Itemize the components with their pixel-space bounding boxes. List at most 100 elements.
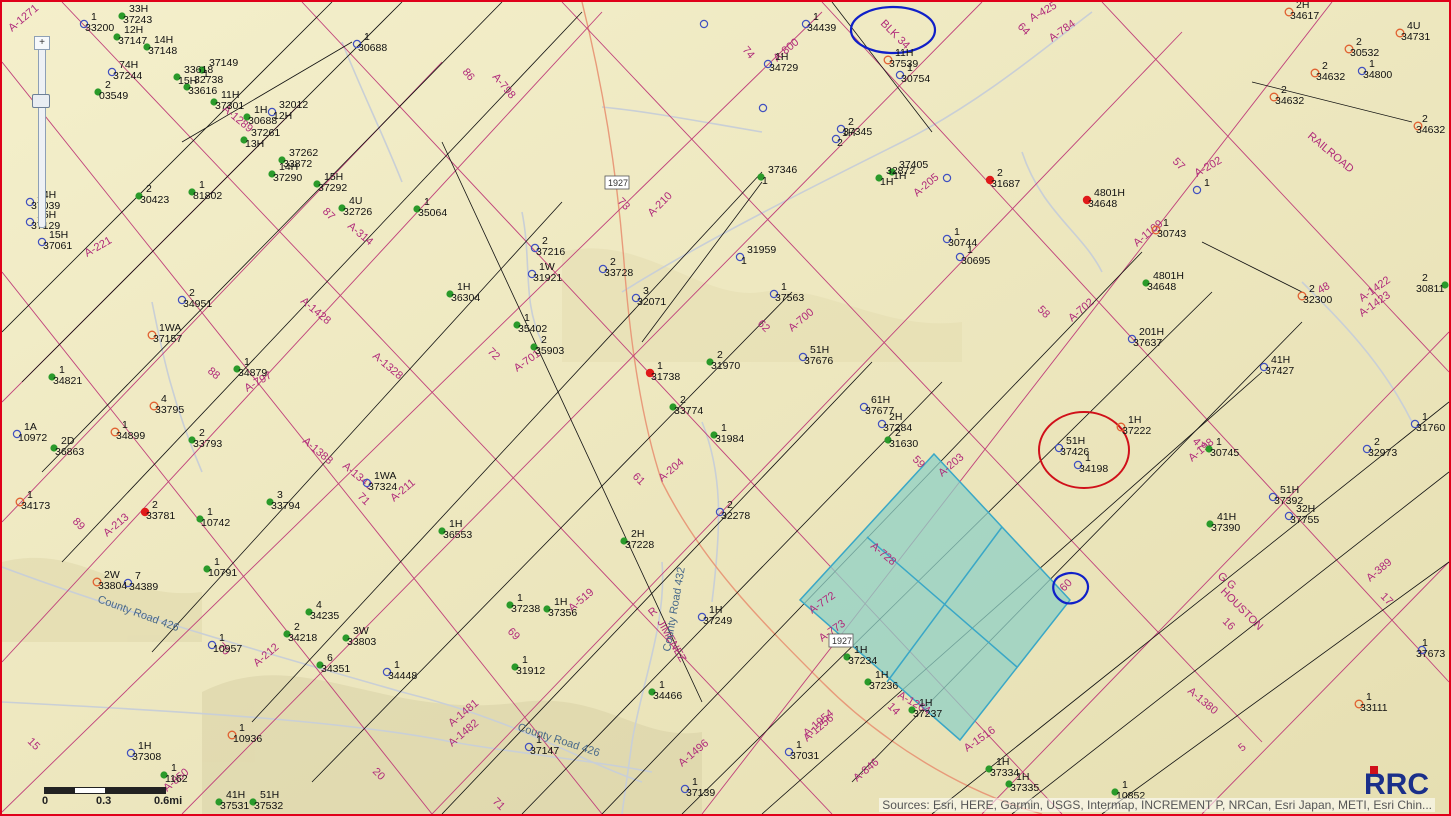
well-api-label: 30754 [901, 73, 930, 85]
well-api-label: 30744 [948, 237, 977, 249]
well-api-label: 30423 [140, 194, 169, 206]
well-api-label: 32726 [343, 206, 372, 218]
well-id-label: 37149 [209, 57, 238, 69]
well-api-label: 33803 [347, 636, 376, 648]
well-api-label: 2 [837, 137, 843, 149]
well-api-label: 37673 [1416, 648, 1445, 660]
well-api-label: 36304 [451, 292, 480, 304]
well-api-label: 1 [741, 255, 747, 267]
well-api-label: 37249 [703, 615, 732, 627]
well-api-label: 37222 [1122, 425, 1151, 437]
well-api-label: 33795 [155, 404, 184, 416]
well-api-label: 34466 [653, 690, 682, 702]
well-api-label: 31970 [711, 360, 740, 372]
well-api-label: 34800 [1363, 69, 1392, 81]
map-canvas[interactable]: A-22186 A-79874 A-800A-784BLK 34 64A-425A-2… [2, 2, 1449, 814]
well-id-label: 37345 [843, 126, 872, 138]
well-api-label: 37676 [804, 355, 833, 367]
well-api-label: 34351 [321, 663, 350, 675]
well-api-label: 31687 [991, 178, 1020, 190]
well-api-label: 30811 [1416, 283, 1445, 295]
well-api-label: 37238 [511, 603, 540, 615]
well-api-label: 34439 [807, 22, 836, 34]
well-api-label: 37216 [536, 246, 565, 258]
well-api-label: 34218 [288, 632, 317, 644]
well-api-label: 37390 [1211, 522, 1240, 534]
well-api-label: 35903 [535, 345, 564, 357]
well-api-label: 31921 [533, 272, 562, 284]
well-api-label: 30745 [1210, 447, 1239, 459]
well-api-label: 37539 [889, 58, 918, 70]
well-id-label: 31959 [747, 244, 776, 256]
zoom-slider[interactable]: + [30, 36, 52, 236]
well-api-label: 34235 [310, 610, 339, 622]
well-api-label: 31738 [651, 371, 680, 383]
well-api-label: 10972 [18, 432, 47, 444]
well-api-label: 10742 [201, 517, 230, 529]
well-api-label: 37531 [220, 800, 249, 812]
well-api-label: 10957 [213, 643, 242, 655]
well-api-label: 30695 [961, 255, 990, 267]
svg-text:1927: 1927 [832, 636, 852, 646]
well-api-label: 1 [762, 175, 768, 187]
well-api-label: 1162 [165, 773, 188, 785]
scale-tick-0: 0 [42, 795, 49, 807]
well-api-label: 37532 [254, 800, 283, 812]
well-api-label: 37147 [118, 35, 147, 47]
well-api-label: 33781 [146, 510, 175, 522]
well-api-label: 10936 [233, 733, 262, 745]
well-api-label: 37139 [686, 787, 715, 799]
well-api-label: 37637 [1133, 337, 1162, 349]
well-api-label: 31912 [516, 665, 545, 677]
zoom-in-button[interactable]: + [34, 36, 50, 50]
well-api-label: 32973 [1368, 447, 1397, 459]
well-api-label: 35064 [418, 207, 447, 219]
rrc-logo[interactable]: RRC [1364, 766, 1440, 802]
well-api-label: 34448 [388, 670, 417, 682]
well-id-label: 1 [1204, 177, 1210, 189]
well-api-label: 34648 [1147, 281, 1176, 293]
well-api-label: 36863 [55, 446, 84, 458]
well-api-label: 33793 [193, 438, 222, 450]
well-api-label: 32300 [1303, 294, 1332, 306]
well-api-label: 33804 [98, 580, 127, 592]
well-api-label: 34173 [21, 500, 50, 512]
well-api-label: 34632 [1316, 71, 1345, 83]
well-api-label: 37147 [530, 745, 559, 757]
zoom-thumb[interactable] [32, 94, 50, 108]
well-api-label: 37148 [148, 45, 177, 57]
well-api-label: 34632 [1275, 95, 1304, 107]
well-api-label: 03549 [99, 90, 128, 102]
scale-tick-end: 0.6mi [154, 795, 183, 807]
well-api-label: 34389 [129, 581, 158, 593]
well-api-label: 81802 [193, 190, 222, 202]
well-api-label: 34951 [183, 298, 212, 310]
well-api-label: 37228 [625, 539, 654, 551]
well-api-label: 37335 [1010, 782, 1039, 794]
map-frame[interactable]: A-221 86 A-798 74 A-800 A-784 BLK 34 64 A-425 A-2… [0, 0, 1451, 816]
well-api-label: 37308 [132, 751, 161, 763]
well-api-label: 13H [245, 138, 264, 150]
well-api-label: 30688 [358, 42, 387, 54]
well-api-label: 32278 [721, 510, 750, 522]
well-api-label: 37356 [548, 607, 577, 619]
well-api-label: 37324 [368, 481, 397, 493]
well-api-label: 33728 [604, 267, 633, 279]
well-api-label: 12H [273, 110, 292, 122]
well-api-label: 33200 [85, 22, 114, 34]
well-api-label: 37334 [990, 767, 1019, 779]
well-api-label: 37301 [215, 100, 244, 112]
well-api-label: 34729 [769, 62, 798, 74]
well-api-label: 34821 [53, 375, 82, 387]
well-api-label: 33111 [1360, 702, 1388, 714]
well-api-label: 36553 [443, 529, 472, 541]
well-api-label: 37292 [318, 182, 347, 194]
well-api-label: 37563 [775, 292, 804, 304]
well-api-label: 31630 [889, 438, 918, 450]
well-api-label: 34648 [1088, 198, 1117, 210]
zoom-track[interactable] [38, 46, 46, 228]
well-api-label: 34879 [238, 367, 267, 379]
well-api-label: 30743 [1157, 228, 1186, 240]
well-api-label: 31984 [715, 433, 744, 445]
well-api-label: 33794 [271, 500, 300, 512]
